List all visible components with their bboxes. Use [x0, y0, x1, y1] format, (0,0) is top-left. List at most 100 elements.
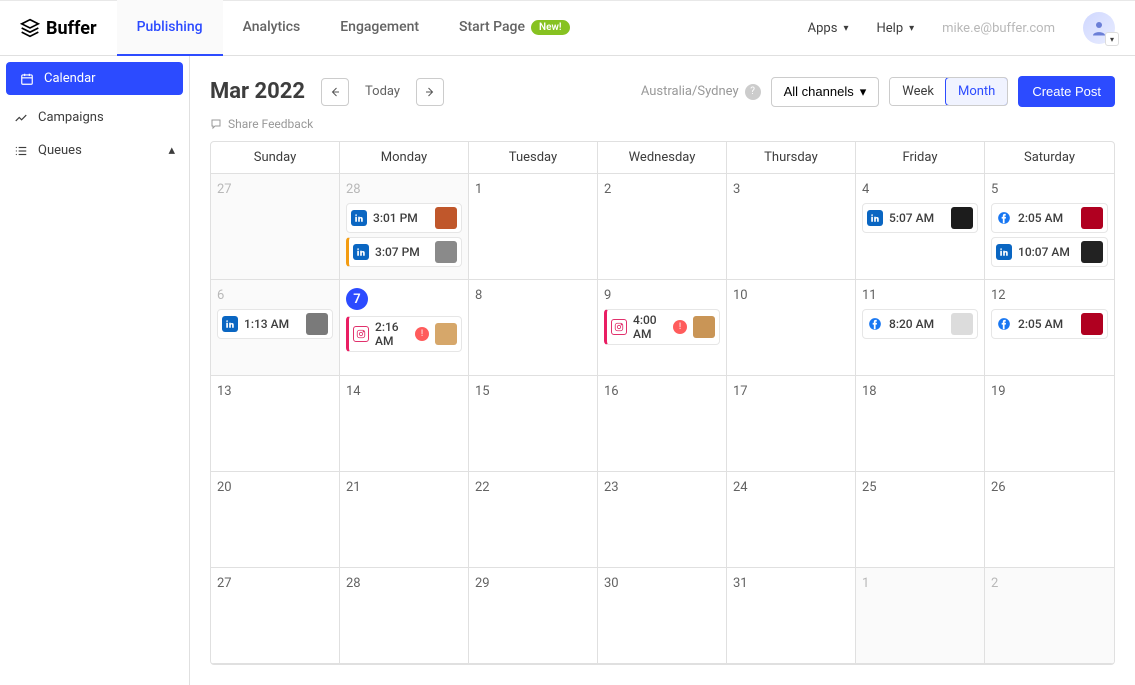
buffer-logo-icon [20, 18, 40, 38]
calendar-day-cell[interactable]: 122:05 AM [985, 280, 1114, 376]
calendar-day-cell[interactable]: 19 [985, 376, 1114, 472]
create-post-button[interactable]: Create Post [1018, 76, 1115, 107]
scheduled-post[interactable]: 5:07 AM [862, 203, 978, 233]
day-number: 29 [475, 576, 591, 591]
scheduled-post[interactable]: 2:05 AM [991, 309, 1108, 339]
view-week[interactable]: Week [890, 78, 946, 105]
calendar-day-cell[interactable]: 8 [469, 280, 598, 376]
calendar-day-cell[interactable]: 14 [340, 376, 469, 472]
tab-analytics[interactable]: Analytics [223, 0, 321, 56]
calendar-day-cell[interactable]: 13 [211, 376, 340, 472]
post-thumbnail [435, 207, 457, 229]
scheduled-post[interactable]: 8:20 AM [862, 309, 978, 339]
calendar-day-cell[interactable]: 2 [598, 174, 727, 280]
calendar-day-cell[interactable]: 23 [598, 472, 727, 568]
calendar-day-cell[interactable]: 52:05 AM10:07 AM [985, 174, 1114, 280]
calendar-day-cell[interactable]: 4 5:07 AM [856, 174, 985, 280]
next-month-button[interactable] [416, 78, 444, 106]
apps-menu[interactable]: Apps [808, 21, 849, 36]
topbar-right: Apps Help mike.e@buffer.com ▾ [808, 12, 1115, 44]
user-avatar-menu[interactable]: ▾ [1083, 12, 1115, 44]
day-number: 25 [862, 480, 978, 495]
linkedin-icon [996, 244, 1012, 260]
calendar-day-cell[interactable]: 31 [727, 568, 856, 664]
day-number: 8 [475, 288, 591, 303]
calendar-day-cell[interactable]: 1 [856, 568, 985, 664]
calendar-day-cell[interactable]: 29 [469, 568, 598, 664]
calendar-day-cell[interactable]: 72:16 AM! [340, 280, 469, 376]
day-number: 1 [475, 182, 591, 197]
calendar-day-cell[interactable]: 283:01 PM3:07 PM [340, 174, 469, 280]
day-number: 18 [862, 384, 978, 399]
calendar-day-cell[interactable]: 25 [856, 472, 985, 568]
calendar-week-row: 27 28 29 30 31 12 [211, 568, 1114, 664]
day-number: 30 [604, 576, 720, 591]
scheduled-post[interactable]: 10:07 AM [991, 237, 1108, 267]
brand-logo[interactable]: Buffer [20, 18, 97, 39]
layout: CalendarCampaignsQueues▴ Mar 2022 Today … [0, 56, 1135, 685]
calendar-day-cell[interactable]: 15 [469, 376, 598, 472]
calendar-day-cell[interactable]: 21 [340, 472, 469, 568]
prev-month-button[interactable] [321, 78, 349, 106]
sidebar-item-queues[interactable]: Queues▴ [0, 134, 189, 167]
day-number: 28 [346, 576, 462, 591]
day-number: 22 [475, 480, 591, 495]
calendar-day-cell[interactable]: 10 [727, 280, 856, 376]
scheduled-post[interactable]: 1:13 AM [217, 309, 333, 339]
user-email: mike.e@buffer.com [942, 21, 1055, 36]
scheduled-post[interactable]: 4:00 AM! [604, 309, 720, 345]
instagram-icon [353, 326, 369, 342]
calendar-day-cell[interactable]: 24 [727, 472, 856, 568]
day-number: 1 [862, 576, 978, 591]
calendar-day-cell[interactable]: 61:13 AM [211, 280, 340, 376]
tab-start-page[interactable]: Start PageNew! [439, 0, 589, 56]
sidebar-item-label: Campaigns [38, 110, 104, 125]
day-header: Monday [340, 142, 469, 173]
calendar-day-cell[interactable]: 17 [727, 376, 856, 472]
share-feedback-link[interactable]: Share Feedback [210, 117, 1115, 131]
help-menu[interactable]: Help [876, 21, 914, 36]
calendar-day-cell[interactable]: 16 [598, 376, 727, 472]
calendar-day-cell[interactable]: 3 [727, 174, 856, 280]
post-thumbnail [306, 313, 328, 335]
sidebar-item-calendar[interactable]: Calendar [6, 62, 183, 95]
calendar-day-cell[interactable]: 118:20 AM [856, 280, 985, 376]
scheduled-post[interactable]: 3:01 PM [346, 203, 462, 233]
post-time: 3:01 PM [373, 211, 429, 225]
linkedin-icon [867, 210, 883, 226]
view-month[interactable]: Month [945, 77, 1008, 106]
chevron-down-icon: ▾ [860, 84, 867, 100]
sidebar: Calendar Campaigns Queues▴ [0, 56, 190, 685]
scheduled-post[interactable]: 3:07 PM [346, 237, 462, 267]
calendar-day-cell[interactable]: 20 [211, 472, 340, 568]
calendar-day-cell[interactable]: 28 [340, 568, 469, 664]
scheduled-post[interactable]: 2:16 AM! [346, 316, 462, 352]
calendar-day-cell[interactable]: 22 [469, 472, 598, 568]
calendar-day-cell[interactable]: 27 [211, 568, 340, 664]
day-number: 4 [862, 182, 978, 197]
calendar-day-cell[interactable]: 26 [985, 472, 1114, 568]
tab-publishing[interactable]: Publishing [117, 0, 223, 56]
calendar-day-cell[interactable]: 18 [856, 376, 985, 472]
calendar-icon [20, 72, 34, 86]
post-thumbnail [1081, 241, 1103, 263]
day-number: 23 [604, 480, 720, 495]
post-thumbnail [1081, 207, 1103, 229]
scheduled-post[interactable]: 2:05 AM [991, 203, 1108, 233]
calendar-day-cell[interactable]: 1 [469, 174, 598, 280]
calendar-day-cell[interactable]: 2 [985, 568, 1114, 664]
post-thumbnail [951, 313, 973, 335]
day-header: Wednesday [598, 142, 727, 173]
sidebar-item-campaigns[interactable]: Campaigns [0, 101, 189, 134]
today-button[interactable]: Today [359, 84, 406, 99]
day-number: 2 [991, 576, 1108, 591]
sidebar-item-label: Queues [38, 143, 82, 158]
calendar-day-cell[interactable]: 30 [598, 568, 727, 664]
calendar-day-cell[interactable]: 27 [211, 174, 340, 280]
tab-engagement[interactable]: Engagement [320, 0, 439, 56]
help-icon[interactable]: ? [745, 84, 761, 100]
day-number: 15 [475, 384, 591, 399]
channels-dropdown[interactable]: All channels ▾ [771, 77, 880, 107]
calendar-week-row: 61:13 AM72:16 AM! 8 94:00 AM!10118:20 AM12… [211, 280, 1114, 376]
calendar-day-cell[interactable]: 94:00 AM! [598, 280, 727, 376]
